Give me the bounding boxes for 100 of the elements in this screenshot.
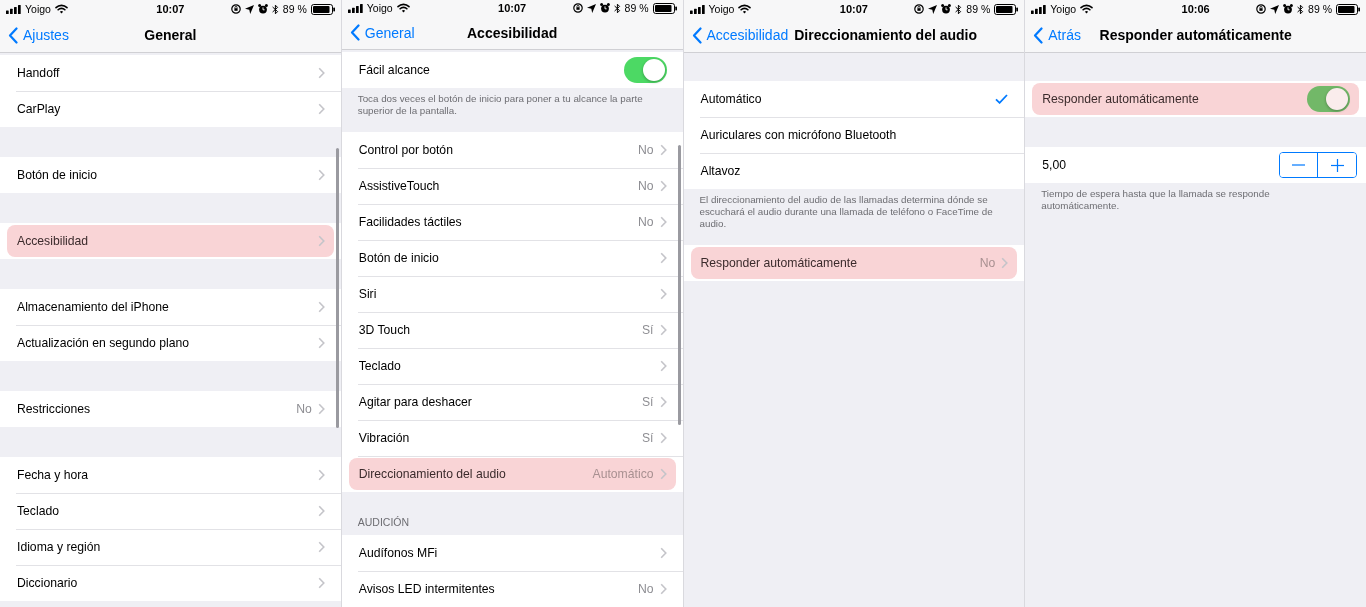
section-header: AUDICIÓN	[356, 515, 411, 530]
row-label: Altavoz	[700, 164, 742, 178]
settings-row[interactable]: Automático	[690, 83, 1018, 115]
back-button[interactable]: Ajustes	[8, 26, 69, 44]
chevron-icon	[317, 403, 325, 415]
row-label: Control por botón	[358, 143, 454, 157]
settings-row[interactable]: Teclado	[7, 495, 334, 527]
settings-row[interactable]: Facilidades táctiles No	[348, 206, 676, 238]
alarm-clock-icon	[257, 4, 268, 14]
row-label: Idioma y región	[17, 540, 102, 554]
settings-row[interactable]: Vibración Sí	[348, 422, 676, 454]
settings-row[interactable]: Siri	[348, 278, 676, 310]
chevron-icon	[317, 505, 325, 517]
settings-row[interactable]: Fácil alcance	[348, 54, 676, 86]
row-label: CarPlay	[17, 102, 62, 116]
chevron-icon	[659, 324, 667, 336]
row-label: Diccionario	[17, 576, 79, 590]
settings-row[interactable]: Audífonos MFi	[348, 537, 676, 569]
settings-row[interactable]: CarPlay	[7, 93, 334, 125]
row-label: Almacenamiento del iPhone	[17, 300, 170, 314]
toggle-switch[interactable]	[1307, 86, 1350, 112]
location-arrow-icon	[586, 4, 596, 13]
row-label: Handoff	[17, 66, 61, 80]
settings-row[interactable]: Idioma y región	[7, 531, 334, 563]
battery-percentage: 89 %	[1308, 3, 1332, 15]
wifi-icon	[738, 4, 752, 14]
back-chevron-icon	[1033, 26, 1044, 44]
settings-row[interactable]: Responder automáticamente	[1032, 83, 1359, 115]
chevron-icon	[659, 252, 667, 264]
row-label: AssistiveTouch	[358, 179, 441, 193]
battery-icon	[310, 3, 335, 15]
carrier-name: Yoigo	[366, 2, 393, 15]
location-arrow-icon	[1270, 4, 1280, 14]
stepper-value: 5,00	[1042, 158, 1067, 172]
status-time: 10:07	[498, 2, 527, 15]
settings-row[interactable]: Almacenamiento del iPhone	[7, 291, 334, 323]
chevron-icon	[659, 180, 667, 192]
battery-percentage: 89 %	[966, 3, 991, 15]
chevron-icon	[317, 169, 325, 181]
toggle-switch[interactable]	[623, 57, 667, 83]
row-value: No	[637, 215, 654, 229]
row-value: No	[979, 256, 996, 270]
chevron-icon	[317, 469, 325, 481]
settings-row[interactable]: Teclado	[348, 350, 676, 382]
stepper-control[interactable]	[1279, 152, 1357, 178]
row-value: Sí	[642, 431, 654, 445]
row-label: Vibración	[358, 431, 411, 445]
signal-icon	[1031, 4, 1047, 14]
chevron-icon	[317, 301, 325, 313]
carrier-name: Yoigo	[1050, 3, 1077, 15]
row-label: 3D Touch	[358, 323, 411, 337]
settings-row[interactable]: Accesibilidad	[7, 225, 334, 257]
chevron-icon	[317, 235, 325, 247]
battery-percentage: 89 %	[282, 3, 307, 15]
back-button[interactable]: General	[349, 24, 415, 42]
wifi-icon	[1080, 4, 1094, 14]
back-button[interactable]: Atrás	[1033, 26, 1081, 44]
section-footer: Toca dos veces el botón de inicio para poner a tu alcance la parte superior de la pantalla.	[341, 88, 683, 132]
settings-row[interactable]: Control por botón No	[348, 134, 676, 166]
settings-row[interactable]: Avisos LED intermitentes No	[348, 573, 676, 605]
chevron-icon	[659, 432, 667, 444]
carrier-name: Yoigo	[25, 3, 51, 15]
settings-row[interactable]: Botón de inicio	[348, 242, 676, 274]
bluetooth-icon	[1297, 3, 1305, 15]
alarm-clock-icon	[1283, 4, 1294, 14]
back-chevron-icon	[8, 26, 18, 44]
settings-row[interactable]: Responder automáticamente No	[690, 247, 1018, 279]
nav-title: Accesibilidad	[466, 25, 559, 41]
chevron-icon	[659, 288, 667, 300]
plus-icon	[1330, 158, 1344, 172]
row-label: Botón de inicio	[358, 251, 440, 265]
row-value: No	[637, 143, 654, 157]
row-label: Siri	[358, 287, 378, 301]
settings-row[interactable]: Diccionario	[7, 567, 334, 599]
decrement-button[interactable]	[1280, 153, 1318, 177]
location-arrow-icon	[244, 4, 254, 14]
chevron-icon	[1001, 257, 1009, 269]
settings-row[interactable]: Botón de inicio	[7, 159, 334, 191]
row-value: No	[637, 582, 654, 596]
nav-title: General	[143, 27, 198, 43]
alarm-clock-icon	[599, 3, 610, 14]
settings-row[interactable]: 5,00	[1032, 149, 1359, 181]
settings-row[interactable]: Auriculares con micrófono Bluetooth	[690, 119, 1018, 151]
chevron-icon	[317, 67, 325, 79]
settings-row[interactable]: Direccionamiento del audio Automático	[348, 458, 676, 490]
row-label: Agitar para deshacer	[358, 395, 473, 409]
settings-row[interactable]: Actualización en segundo plano	[7, 327, 334, 359]
settings-row[interactable]: AssistiveTouch No	[348, 170, 676, 202]
row-label: Botón de inicio	[17, 168, 98, 182]
settings-row[interactable]: Restricciones No	[7, 393, 334, 425]
row-label: Facilidades táctiles	[358, 215, 463, 229]
settings-row[interactable]: Agitar para deshacer Sí	[348, 386, 676, 418]
settings-row[interactable]: 3D Touch Sí	[348, 314, 676, 346]
settings-row[interactable]: Handoff	[7, 57, 334, 89]
settings-row[interactable]: Fecha y hora	[7, 459, 334, 491]
chevron-icon	[317, 103, 325, 115]
battery-icon	[1336, 3, 1360, 15]
orientation-lock-icon	[914, 4, 925, 14]
settings-row[interactable]: Altavoz	[690, 155, 1018, 187]
back-button[interactable]: Accesibilidad	[691, 26, 789, 44]
